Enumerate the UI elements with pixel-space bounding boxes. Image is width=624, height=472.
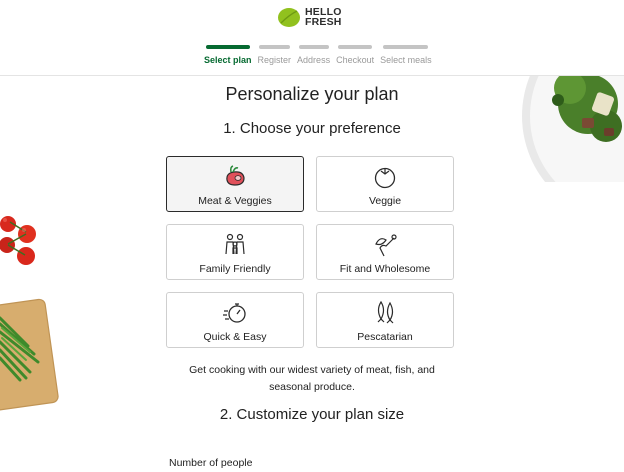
- preference-label: Family Friendly: [199, 263, 271, 275]
- preference-family-friendly[interactable]: Family Friendly: [166, 224, 304, 280]
- preference-label: Quick & Easy: [203, 331, 267, 343]
- progress-steps: Select plan Register Address Checkout Se…: [204, 45, 432, 65]
- preference-label: Pescatarian: [357, 331, 413, 343]
- page-title: Personalize your plan: [225, 84, 399, 104]
- preference-pescatarian[interactable]: Pescatarian: [316, 292, 454, 348]
- cutting-board-image: [0, 298, 59, 413]
- step-bar: [298, 45, 329, 49]
- step-label: Select plan: [204, 55, 252, 65]
- family-icon: [222, 232, 248, 258]
- number-of-people-label: Number of people: [169, 457, 253, 469]
- tomato-icon: [372, 164, 398, 190]
- step-label: Register: [257, 55, 292, 65]
- step-label: Address: [297, 55, 331, 65]
- step-checkout: Checkout: [336, 45, 374, 65]
- step-select-meals: Select meals: [380, 45, 432, 65]
- preference-heading: 1. Choose your preference: [223, 120, 401, 137]
- preference-description: Get cooking with our widest variety of m…: [189, 364, 435, 393]
- logo-text: HELLO FRESH: [305, 7, 342, 28]
- preference-meat-veggies[interactable]: Meat & Veggies: [166, 156, 304, 212]
- stopwatch-icon: [222, 300, 248, 326]
- logo-line2: FRESH: [305, 16, 342, 28]
- preference-label: Fit and Wholesome: [339, 263, 431, 275]
- preference-fit-wholesome[interactable]: Fit and Wholesome: [316, 224, 454, 280]
- step-bar: [338, 45, 373, 49]
- fit-wholesome-icon: [372, 232, 398, 258]
- preference-quick-easy[interactable]: Quick & Easy: [166, 292, 304, 348]
- step-label: Select meals: [380, 55, 432, 65]
- preference-veggie[interactable]: Veggie: [316, 156, 454, 212]
- step-bar: [258, 45, 290, 49]
- step-label: Checkout: [336, 55, 375, 65]
- step-register: Register: [257, 45, 292, 65]
- tomatoes-image: [0, 216, 36, 265]
- lime-leaf-icon: [278, 8, 300, 27]
- preference-label: Meat & Veggies: [198, 195, 272, 207]
- step-bar: [383, 45, 429, 49]
- hellofresh-logo[interactable]: HELLO FRESH: [277, 6, 342, 28]
- step-address: Address: [297, 45, 330, 65]
- header: HELLO FRESH Select plan Register Address…: [0, 0, 624, 76]
- preference-label: Veggie: [368, 195, 402, 207]
- step-bar: [205, 45, 250, 49]
- preference-grid: Meat & Veggies Veggie Family Friendly Fi…: [166, 156, 454, 348]
- meat-veggies-icon: [222, 164, 248, 190]
- plan-size-heading: 2. Customize your plan size: [219, 406, 405, 423]
- fish-icon: [372, 300, 398, 326]
- step-select-plan[interactable]: Select plan: [204, 45, 252, 65]
